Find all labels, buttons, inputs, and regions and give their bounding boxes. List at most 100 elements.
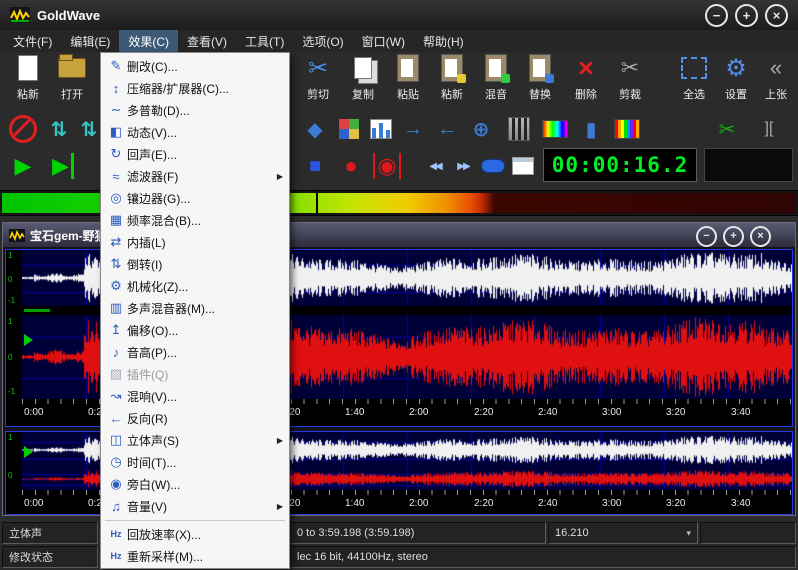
- menu-tools[interactable]: 工具(T): [236, 30, 293, 53]
- device-icon: ▮: [585, 117, 596, 142]
- scale-label: 0: [8, 472, 12, 480]
- trim-icon: ✂: [621, 52, 639, 84]
- menu-effects[interactable]: 效果(C): [119, 30, 178, 53]
- trim-button[interactable]: ✂ 剪裁: [608, 52, 652, 110]
- paste-new2-button[interactable]: 粘新: [430, 52, 474, 110]
- playback-marker[interactable]: [24, 334, 33, 346]
- properties-window-button[interactable]: [508, 148, 538, 184]
- minimize-button[interactable]: −: [705, 4, 728, 27]
- gradient-view-button[interactable]: [540, 114, 570, 144]
- copy-button[interactable]: 复制: [341, 52, 385, 110]
- menu-item-compressor-expander[interactable]: ↕压缩器/扩展器(C)...: [101, 77, 289, 99]
- menu-item-time-warp[interactable]: ◷时间(T)...: [101, 451, 289, 473]
- reverb-icon: ↝: [105, 388, 127, 404]
- menu-view[interactable]: 查看(V): [178, 30, 236, 53]
- open-button[interactable]: 打开: [50, 52, 94, 110]
- menu-item-echo[interactable]: ↻回声(E)...: [101, 143, 289, 165]
- menu-item-plugin[interactable]: ▧插件(Q): [101, 363, 289, 385]
- replace-button[interactable]: 替换: [518, 52, 562, 110]
- time-label: 2:40: [538, 498, 557, 509]
- menu-item-reverb[interactable]: ↝混响(V)...: [101, 385, 289, 407]
- menu-window[interactable]: 窗口(W): [353, 30, 414, 53]
- interpolate-icon: ⇄: [105, 234, 127, 250]
- go-back-button[interactable]: ←: [432, 114, 462, 144]
- menu-item-flanger[interactable]: ◎镶边器(G)...: [101, 187, 289, 209]
- scale-label: 1: [8, 434, 12, 442]
- menu-item-multichannel-mixer[interactable]: ▥多声混音器(M)...: [101, 297, 289, 319]
- sound-maximize-button[interactable]: +: [723, 226, 744, 247]
- disable-button[interactable]: [8, 114, 38, 144]
- voice-over-icon: ◉: [105, 476, 127, 492]
- menu-item-censor[interactable]: ✎删改(C)...: [101, 55, 289, 77]
- spinner-icon[interactable]: ▾: [686, 528, 691, 539]
- play-button[interactable]: ▶: [8, 148, 38, 184]
- invert-icon: ⇅: [105, 256, 127, 272]
- swap-channels-button[interactable]: ⇅: [44, 114, 74, 144]
- time-label: 2:40: [538, 407, 557, 418]
- record-selection-button[interactable]: ◉: [372, 148, 402, 184]
- speed-control[interactable]: [478, 148, 508, 184]
- time-display-value: 00:00:16.2: [552, 153, 688, 177]
- menu-item-invert[interactable]: ⇅倒转(I): [101, 253, 289, 275]
- navigate-button[interactable]: ⊕: [466, 114, 496, 144]
- time-label: 2:20: [474, 498, 493, 509]
- paste-new-button[interactable]: 粘新: [6, 52, 50, 110]
- menu-item-interpolate[interactable]: ⇄内插(L): [101, 231, 289, 253]
- time-warp-icon: ◷: [105, 454, 127, 470]
- menu-item-pitch[interactable]: ♪音高(P)...: [101, 341, 289, 363]
- sound-close-button[interactable]: ×: [750, 226, 771, 247]
- censor-icon: ✎: [105, 58, 127, 74]
- bracket-tool-button[interactable]: ][: [754, 114, 784, 144]
- color-palette-button[interactable]: [334, 114, 364, 144]
- paste-button[interactable]: 粘贴: [386, 52, 430, 110]
- menu-file[interactable]: 文件(F): [4, 30, 61, 53]
- menu-item-dynamics[interactable]: ◧动态(V)...: [101, 121, 289, 143]
- menu-item-mechanize[interactable]: ⚙机械化(Z)...: [101, 275, 289, 297]
- maximize-button[interactable]: +: [735, 4, 758, 27]
- stop-button[interactable]: ■: [300, 148, 330, 184]
- menu-item-filter[interactable]: ≈滤波器(F)▶: [101, 165, 289, 187]
- menu-item-stereo[interactable]: ◫立体声(S)▶: [101, 429, 289, 451]
- channel-select-icon: ⇅: [81, 117, 98, 142]
- cue-point-button[interactable]: ◆: [300, 114, 330, 144]
- submenu-arrow-icon: ▶: [277, 436, 283, 445]
- delete-button[interactable]: × 删除: [564, 52, 608, 110]
- menu-help[interactable]: 帮助(H): [414, 30, 473, 53]
- record-button[interactable]: ●: [336, 148, 366, 184]
- statistics-button[interactable]: [366, 114, 396, 144]
- menu-item-voice-over[interactable]: ◉旁白(W)...: [101, 473, 289, 495]
- menu-item-volume[interactable]: ♫音量(V)▶: [101, 495, 289, 517]
- overview-playback-marker[interactable]: [24, 446, 33, 458]
- select-all-button[interactable]: 全选: [672, 52, 716, 110]
- spectrum-view-button[interactable]: [612, 114, 642, 144]
- menu-edit[interactable]: 编辑(E): [61, 30, 119, 53]
- previous-sound-button[interactable]: « 上张: [754, 52, 798, 110]
- record-icon: ●: [344, 153, 357, 179]
- doppler-icon: ∼: [105, 102, 127, 118]
- mixer-button[interactable]: [504, 114, 534, 144]
- menu-item-doppler[interactable]: ∼多普勒(D)...: [101, 99, 289, 121]
- rewind-button[interactable]: ◀◀: [420, 148, 450, 184]
- menu-item-offset[interactable]: ↥偏移(O)...: [101, 319, 289, 341]
- device-button[interactable]: ▮: [576, 114, 606, 144]
- go-forward-button[interactable]: →: [398, 114, 428, 144]
- spectrum-icon: [614, 119, 640, 139]
- cut-icon: ✂: [308, 52, 328, 84]
- menu-item-resample[interactable]: Hz重新采样(M)...: [101, 545, 289, 567]
- setup-button[interactable]: ⚙ 设置: [714, 52, 758, 110]
- menu-item-playback-rate[interactable]: Hz回放速率(X)...: [101, 523, 289, 545]
- time-label: 2:20: [474, 407, 493, 418]
- menu-item-frequency-blend[interactable]: ▦频率混合(B)...: [101, 209, 289, 231]
- mix-button[interactable]: 混音: [474, 52, 518, 110]
- goldwave-window: GoldWave − + × 文件(F) 编辑(E) 效果(C) 查看(V) 工…: [0, 0, 798, 570]
- quick-trim-button[interactable]: ✂: [712, 114, 742, 144]
- sound-minimize-button[interactable]: −: [696, 226, 717, 247]
- delete-icon: ×: [578, 52, 594, 84]
- cut-button[interactable]: ✂ 剪切: [296, 52, 340, 110]
- menu-item-reverse[interactable]: ←反向(R): [101, 407, 289, 429]
- fast-forward-button[interactable]: ▶▶: [448, 148, 478, 184]
- close-button[interactable]: ×: [765, 4, 788, 27]
- color-palette-icon: [339, 119, 359, 139]
- play-selection-button[interactable]: ▶: [48, 148, 78, 184]
- menu-options[interactable]: 选项(O): [293, 30, 352, 53]
